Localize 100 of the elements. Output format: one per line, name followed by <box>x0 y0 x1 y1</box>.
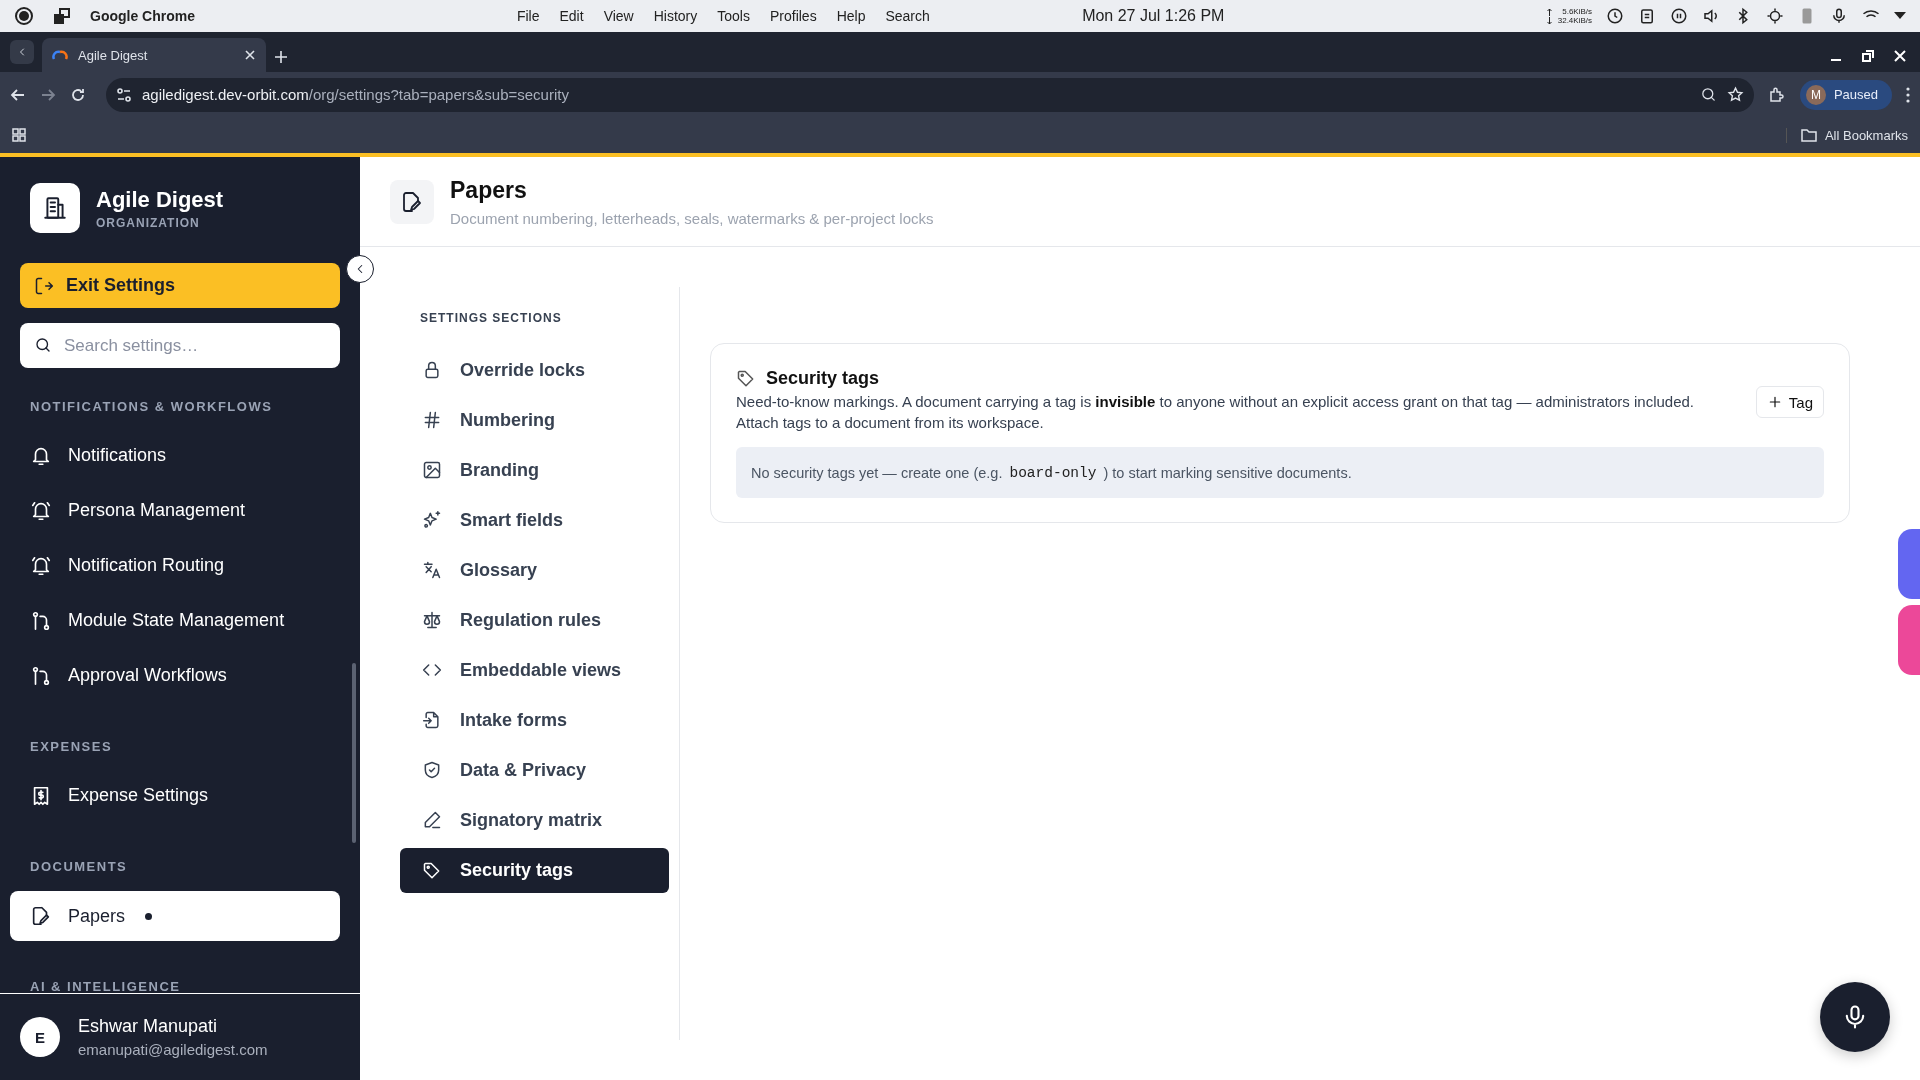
page-title: Papers <box>450 176 528 204</box>
sidebar-item[interactable]: Expense Settings <box>10 768 350 823</box>
menu-item[interactable]: Help <box>836 8 866 24</box>
mic-icon[interactable] <box>1830 7 1848 25</box>
download-rate: 32.4KiB/s <box>1557 16 1592 25</box>
system-menu-icon[interactable] <box>14 6 34 26</box>
settings-section-item[interactable]: Override locks <box>400 345 669 395</box>
scales-icon <box>422 610 442 630</box>
volume-icon[interactable] <box>1702 7 1720 25</box>
sidebar-item[interactable]: Notifications <box>10 428 350 483</box>
clock: Mon 27 Jul 1:26 PM <box>1082 7 1225 25</box>
empty-message: No security tags yet — create one (e.g. <box>751 464 1003 481</box>
section-label: NOTIFICATIONS & WORKFLOWS <box>29 399 274 415</box>
download-arrow-icon <box>1546 16 1552 25</box>
bookmark-star-icon[interactable] <box>1726 86 1744 103</box>
lock-icon <box>422 360 442 380</box>
settings-section-item[interactable]: Data & Privacy <box>400 745 669 795</box>
section-label: EXPENSES <box>29 739 114 755</box>
address-bar[interactable]: agiledigest.dev-orbit.com/org/settings?tab=papers&sub=security <box>106 77 1754 112</box>
settings-section-item[interactable]: Intake forms <box>400 695 669 745</box>
settings-section-item[interactable]: Signatory matrix <box>400 795 669 845</box>
new-tab-icon[interactable] <box>274 50 288 64</box>
section-heading: SETTINGS SECTIONS <box>420 311 563 325</box>
settings-section-item[interactable]: Glossary <box>400 545 669 595</box>
settings-section-item[interactable]: Embeddable views <box>400 645 669 695</box>
document-pen-icon <box>400 189 424 214</box>
tab-title: Agile Digest <box>78 47 149 63</box>
search-icon <box>34 336 52 354</box>
clock-icon[interactable] <box>1606 7 1624 25</box>
app-name: Google Chrome <box>90 8 196 24</box>
translate-icon <box>422 560 442 580</box>
settings-section-item[interactable]: Smart fields <box>400 495 669 545</box>
dropdown-caret-icon[interactable] <box>1894 12 1906 20</box>
close-icon[interactable] <box>244 49 256 61</box>
upload-arrow-icon <box>1546 7 1552 16</box>
add-tag-button[interactable]: Tag <box>1755 386 1824 418</box>
org-type: ORGANIZATION <box>96 215 201 230</box>
bookmarks-link[interactable]: All Bookmarks <box>1824 127 1908 143</box>
document-pen-icon <box>30 905 52 927</box>
ringing-bell-icon <box>30 554 52 577</box>
user-avatar: E <box>20 1017 60 1057</box>
more-menu-icon[interactable] <box>1906 86 1910 103</box>
exit-settings-button[interactable]: Exit Settings <box>20 263 340 308</box>
window-switch-icon[interactable] <box>54 8 70 24</box>
ringing-bell-icon <box>30 499 52 522</box>
page-subtitle: Document numbering, letterheads, seals, watermarks & per-project locks <box>450 209 934 227</box>
org-name: Agile Digest <box>96 186 224 213</box>
settings-section-item[interactable]: Branding <box>400 445 669 495</box>
example-code: board-only <box>1009 464 1097 481</box>
menu-item[interactable]: File <box>516 8 540 24</box>
settings-section-item[interactable]: Numbering <box>400 395 669 445</box>
sidebar-item[interactable]: Notification Routing <box>10 538 350 593</box>
profile-button[interactable]: M Paused <box>1799 79 1892 110</box>
menu-item[interactable]: Profiles <box>769 8 817 24</box>
pen-icon <box>422 810 442 830</box>
menu-item[interactable]: View <box>603 8 634 24</box>
settings-section-item[interactable]: Regulation rules <box>400 595 669 645</box>
exit-icon <box>34 275 54 296</box>
empty-message: ) to start marking sensitive documents. <box>1103 464 1352 481</box>
sparkles-icon <box>422 510 442 530</box>
section-label: DOCUMENTS <box>29 859 129 875</box>
settings-section-item[interactable]: Security tags <box>400 848 669 893</box>
zoom-icon <box>1699 86 1717 103</box>
sidebar-item[interactable]: Persona Management <box>10 483 350 538</box>
floating-tab[interactable] <box>1898 529 1920 599</box>
card-title: Security tags <box>766 368 880 389</box>
building-icon <box>42 195 68 221</box>
menu-item[interactable]: Search <box>885 8 930 24</box>
search-field[interactable]: Search settings… <box>20 323 340 368</box>
clipboard-icon[interactable] <box>1638 7 1656 25</box>
image-icon <box>422 460 442 480</box>
brightness-icon[interactable] <box>1766 7 1784 25</box>
user-name: Eshwar Manupati <box>78 1016 219 1037</box>
card-description: Need-to-know markings. A document carrying a tag is invisible to anyone without an explicit access grant on that tag — administrators included. Attach tags to a document from its workspace. <box>736 392 1695 433</box>
branch-icon <box>30 664 52 687</box>
file-import-icon <box>422 710 442 730</box>
tag-icon <box>422 860 442 881</box>
sidebar-item[interactable]: Papers <box>10 891 340 941</box>
pause-icon[interactable] <box>1670 7 1688 25</box>
sidebar-item[interactable]: Module State Management <box>10 593 350 648</box>
menu-item[interactable]: Edit <box>559 8 584 24</box>
menu-item[interactable]: Tools <box>717 8 750 24</box>
sidebar-item[interactable]: Approval Workflows <box>10 648 350 703</box>
tab-search-button[interactable] <box>10 40 34 64</box>
forward-icon[interactable] <box>40 86 56 103</box>
restore-icon[interactable] <box>1862 50 1874 62</box>
back-icon[interactable] <box>10 86 26 103</box>
floating-tab[interactable] <box>1898 605 1920 675</box>
shield-icon <box>422 760 442 780</box>
upload-rate: 5.6KiB/s <box>1561 7 1592 16</box>
extensions-icon[interactable] <box>1767 85 1786 104</box>
apps-grid-icon[interactable] <box>12 128 26 142</box>
menu-item[interactable]: History <box>653 8 698 24</box>
folder-icon <box>1800 128 1817 142</box>
tag-icon <box>736 368 756 389</box>
reload-icon[interactable] <box>70 86 86 103</box>
browser-tab[interactable]: Agile Digest <box>42 38 266 72</box>
branch-icon <box>30 609 52 632</box>
scrollbar[interactable] <box>352 663 356 843</box>
site-settings-icon[interactable] <box>116 86 132 103</box>
